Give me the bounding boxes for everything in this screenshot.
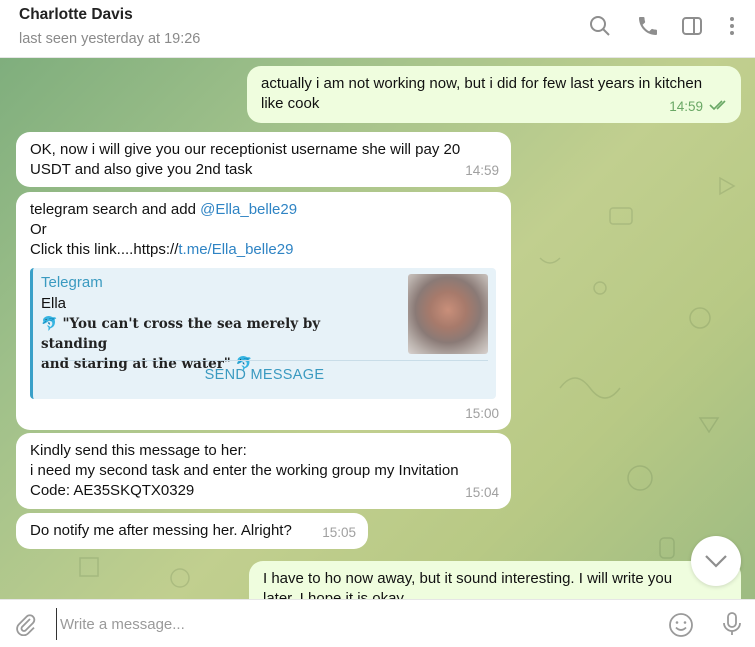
message-text-line: actually i am not working now, but i did… (261, 75, 703, 92)
chevron-down-icon (705, 555, 727, 568)
message-text-line: Code: AE35SKQTX0329 (30, 482, 195, 499)
message-text: telegram search and add (30, 201, 201, 218)
message-input[interactable] (56, 608, 636, 640)
message-text-line: later. I hope it is okay (263, 590, 404, 599)
preview-site-name: Telegram (41, 274, 103, 291)
chat-history[interactable]: actually i am not working now, but i did… (0, 58, 755, 599)
scroll-to-bottom-button[interactable] (691, 536, 741, 586)
message-text-line: OK, now i will give you our receptionist… (30, 141, 461, 158)
message-time: 14:59 (669, 97, 729, 117)
attach-icon[interactable] (14, 612, 38, 637)
message-timestamp: 14:59 (669, 98, 703, 114)
message-text-line: i need my second task and enter the work… (30, 462, 459, 479)
message-text-line: Kindly send this message to her: (30, 442, 247, 459)
message-bubble-outgoing[interactable]: actually i am not working now, but i did… (247, 66, 741, 123)
message-bubble-outgoing[interactable]: I have to ho now away, but it sound inte… (249, 561, 741, 599)
sidebar-toggle-icon[interactable] (680, 14, 704, 38)
message-bubble-incoming[interactable]: telegram search and add @Ella_belle29 Or… (16, 192, 511, 430)
preview-divider (41, 360, 488, 361)
search-icon[interactable] (588, 14, 612, 38)
message-text-line: Click this link....https://t.me/Ella_bel… (30, 240, 497, 260)
preview-desc-line: "You can't cross the sea merely by stand… (41, 316, 321, 352)
message-bubble-incoming[interactable]: Kindly send this message to her: i need … (16, 433, 511, 509)
message-text-line: USDT and also give you 2nd task (30, 161, 253, 178)
send-message-button[interactable]: SEND MESSAGE (33, 365, 496, 385)
preview-title: Ella (41, 295, 67, 312)
message-text-line: Do notify me after messing her. Alright? (30, 522, 292, 539)
more-vertical-icon[interactable] (720, 14, 744, 38)
message-text: Click this link....https:// (30, 241, 179, 258)
preview-thumbnail (408, 274, 488, 354)
emoji-icon[interactable] (668, 612, 694, 638)
chat-header: Charlotte Davis last seen yesterday at 1… (0, 0, 755, 58)
message-text-line: telegram search and add @Ella_belle29 (30, 200, 497, 220)
message-text-line: I have to ho now away, but it sound inte… (263, 570, 673, 587)
message-bubble-incoming[interactable]: OK, now i will give you our receptionist… (16, 132, 511, 187)
read-checkmarks-icon (709, 97, 729, 117)
contact-name[interactable]: Charlotte Davis (19, 6, 133, 24)
dolphin-emoji-icon: 🐬 (41, 316, 58, 332)
message-timestamp: 15:05 (322, 525, 356, 540)
message-text-line: like cook (261, 95, 320, 112)
contact-last-seen: last seen yesterday at 19:26 (19, 31, 201, 47)
message-timestamp: 15:04 (465, 485, 499, 500)
phone-icon[interactable] (636, 14, 660, 38)
message-timestamp: 14:59 (465, 163, 499, 178)
message-composer (0, 599, 755, 647)
message-text-line: Or (30, 221, 47, 238)
url-link[interactable]: t.me/Ella_belle29 (178, 241, 293, 258)
message-timestamp: 15:00 (465, 406, 499, 421)
username-link[interactable]: @Ella_belle29 (200, 201, 297, 218)
link-preview[interactable]: Telegram Ella 🐬 "You can't cross the sea… (30, 268, 496, 399)
message-bubble-incoming[interactable]: Do notify me after messing her. Alright?… (16, 513, 368, 549)
microphone-icon[interactable] (720, 611, 744, 637)
